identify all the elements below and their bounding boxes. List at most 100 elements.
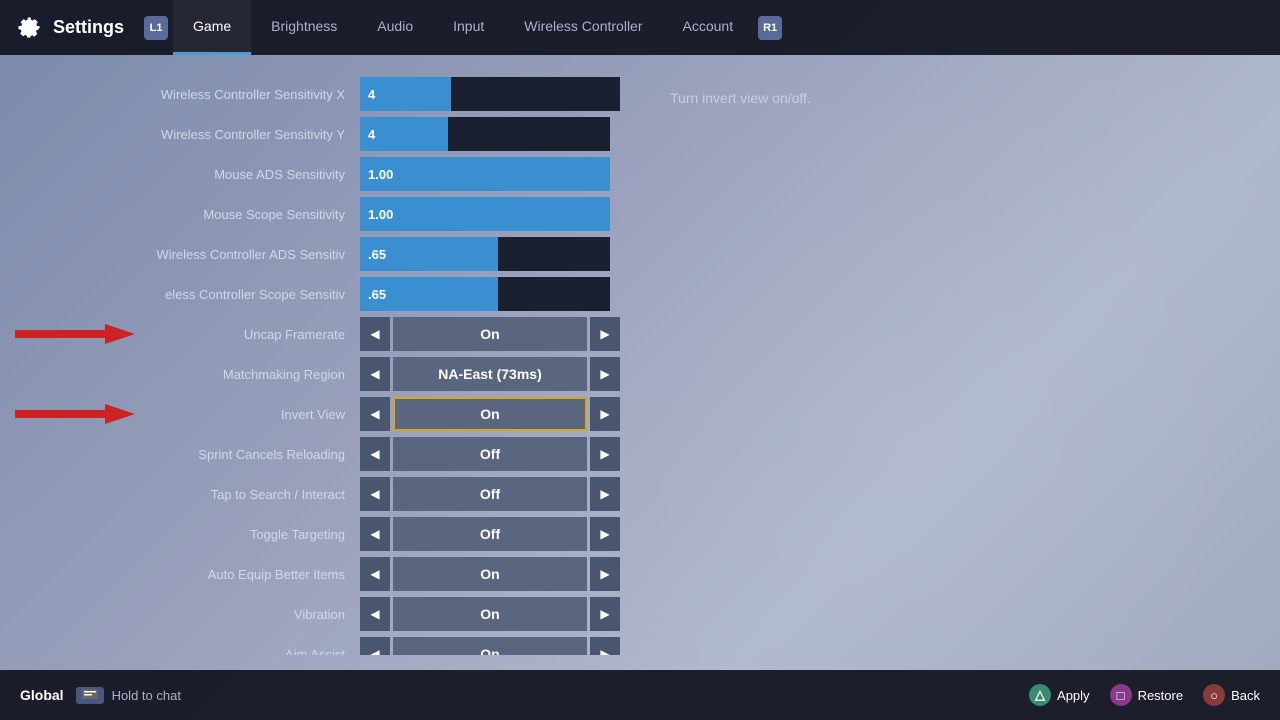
tab-input[interactable]: Input [433,0,504,55]
toggle-right-btn[interactable]: ▶ [590,637,620,655]
toggle-right-btn[interactable]: ▶ [590,397,620,431]
chat-icon-box [76,687,104,704]
back-label: Back [1231,688,1260,703]
setting-label: Toggle Targeting [20,527,360,542]
apply-label: Apply [1057,688,1090,703]
toggle-left-btn[interactable]: ◀ [360,597,390,631]
setting-label: Vibration [20,607,360,622]
toggle-value: Off [393,517,587,551]
circle-icon: ○ [1203,684,1225,706]
setting-control: 1.00 [360,197,620,231]
setting-mouse-scope: Mouse Scope Sensitivity 1.00 [20,195,620,233]
tab-audio[interactable]: Audio [357,0,433,55]
slider-container[interactable]: 1.00 [360,157,610,191]
toggle-right-btn[interactable]: ▶ [590,557,620,591]
toggle-right-btn[interactable]: ▶ [590,597,620,631]
setting-row-wrapper-invert: Invert View ◀ On ▶ [20,395,620,433]
setting-wc-scope: eless Controller Scope Sensitiv .65 [20,275,620,313]
settings-title: Settings [15,14,124,42]
toggle-value: On [393,557,587,591]
setting-label: Auto Equip Better Items [20,567,360,582]
toggle-left-btn[interactable]: ◀ [360,357,390,391]
toggle-left-btn[interactable]: ◀ [360,477,390,511]
slider-container[interactable]: 4 [360,77,620,111]
setting-label: Tap to Search / Interact [20,487,360,502]
slider-container[interactable]: 4 [360,117,610,151]
setting-label: Sprint Cancels Reloading [20,447,360,462]
apply-button[interactable]: △ Apply [1029,684,1090,706]
settings-list: Wireless Controller Sensitivity X 4 Wire… [0,70,640,655]
toggle-right-btn[interactable]: ▶ [590,477,620,511]
setting-row-wrapper: Uncap Framerate ◀ On ▶ [20,315,620,353]
setting-control: ◀ Off ▶ [360,517,620,551]
setting-auto-equip: Auto Equip Better Items ◀ On ▶ [20,555,620,593]
tab-brightness[interactable]: Brightness [251,0,357,55]
tab-account[interactable]: Account [663,0,754,55]
setting-wc-sensitivity-y: Wireless Controller Sensitivity Y 4 [20,115,620,153]
info-panel: Turn invert view on/off. [640,70,1280,655]
setting-matchmaking: Matchmaking Region ◀ NA-East (73ms) ▶ [20,355,620,393]
restore-label: Restore [1138,688,1184,703]
red-arrow-invert [15,402,135,426]
setting-control: ◀ Off ▶ [360,477,620,511]
square-icon: □ [1110,684,1132,706]
global-label: Global [20,687,64,703]
slider-value: .65 [368,287,386,302]
setting-mouse-ads: Mouse ADS Sensitivity 1.00 [20,155,620,193]
setting-wc-sensitivity-x: Wireless Controller Sensitivity X 4 [20,75,620,113]
toggle-left-btn[interactable]: ◀ [360,397,390,431]
slider-value: 1.00 [368,167,393,182]
setting-toggle-targeting: Toggle Targeting ◀ Off ▶ [20,515,620,553]
header: Settings L1 Game Brightness Audio Input … [0,0,1280,55]
toggle-left-btn[interactable]: ◀ [360,557,390,591]
title-text: Settings [53,17,124,38]
footer-right: △ Apply □ Restore ○ Back [1029,684,1260,706]
chat-hint: Hold to chat [76,687,181,704]
tab-game[interactable]: Game [173,0,251,55]
r1-badge: R1 [758,16,782,40]
setting-sprint-cancels: Sprint Cancels Reloading ◀ Off ▶ [20,435,620,473]
setting-control: .65 [360,277,620,311]
toggle-right-btn[interactable]: ▶ [590,357,620,391]
footer-left: Global Hold to chat [20,687,181,704]
back-button[interactable]: ○ Back [1203,684,1260,706]
setting-label: Mouse Scope Sensitivity [20,207,360,222]
toggle-right-btn[interactable]: ▶ [590,517,620,551]
setting-control: ◀ On ▶ [360,597,620,631]
toggle-left-btn[interactable]: ◀ [360,437,390,471]
slider-container[interactable]: 1.00 [360,197,610,231]
setting-vibration: Vibration ◀ On ▶ [20,595,620,633]
setting-control: ◀ On ▶ [360,317,620,351]
setting-tap-search: Tap to Search / Interact ◀ Off ▶ [20,475,620,513]
setting-wc-ads: Wireless Controller ADS Sensitiv .65 [20,235,620,273]
red-arrow-uncap [15,322,135,346]
setting-control: 4 [360,117,620,151]
setting-control: ◀ On ▶ [360,397,620,431]
setting-control: ◀ On ▶ [360,557,620,591]
setting-label: Wireless Controller ADS Sensitiv [20,247,360,262]
l1-badge: L1 [144,16,168,40]
setting-label: eless Controller Scope Sensitiv [20,287,360,302]
toggle-left-btn[interactable]: ◀ [360,317,390,351]
setting-label: Aim Assist [20,647,360,656]
toggle-value: Off [393,437,587,471]
tab-wireless-controller[interactable]: Wireless Controller [504,0,662,55]
info-text: Turn invert view on/off. [670,90,811,106]
toggle-left-btn[interactable]: ◀ [360,637,390,655]
chat-hint-text: Hold to chat [112,688,181,703]
setting-control: 4 [360,77,620,111]
toggle-value-selected: On [393,397,587,431]
slider-value: 1.00 [368,207,393,222]
setting-control: ◀ NA-East (73ms) ▶ [360,357,620,391]
toggle-right-btn[interactable]: ▶ [590,437,620,471]
slider-container[interactable]: .65 [360,237,610,271]
setting-control: ◀ On ▶ [360,637,620,655]
toggle-value: NA-East (73ms) [393,357,587,391]
toggle-right-btn[interactable]: ▶ [590,317,620,351]
slider-container[interactable]: .65 [360,277,610,311]
toggle-left-btn[interactable]: ◀ [360,517,390,551]
restore-button[interactable]: □ Restore [1110,684,1184,706]
setting-control: 1.00 [360,157,620,191]
nav-tabs: L1 Game Brightness Audio Input Wireless … [144,0,1265,55]
slider-value: .65 [368,247,386,262]
